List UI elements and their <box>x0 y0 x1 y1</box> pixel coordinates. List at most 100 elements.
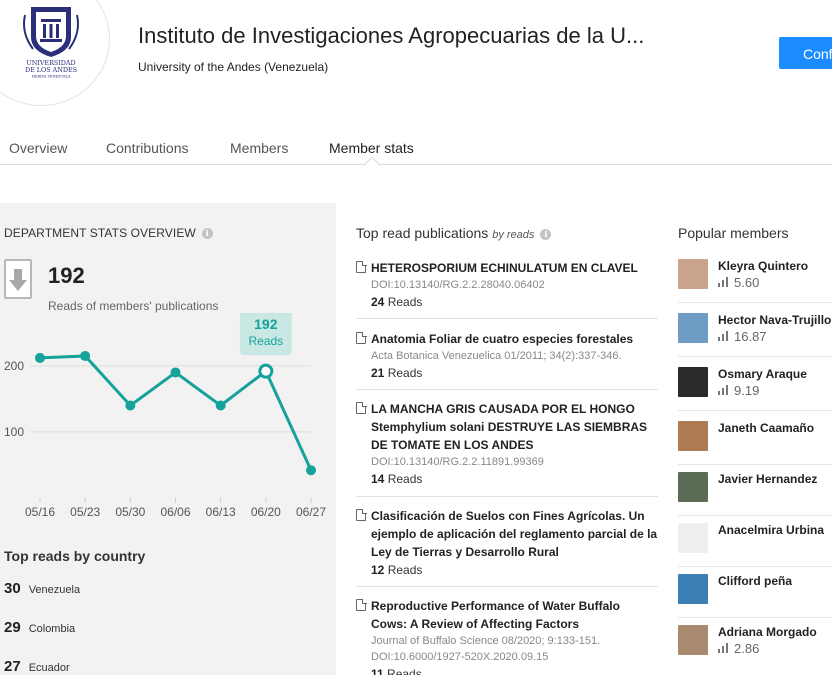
data-point[interactable] <box>35 352 45 363</box>
publication-title[interactable]: Anatomia Foliar de cuatro especies fores… <box>371 330 658 348</box>
publication-reads-count: 11 <box>371 667 384 675</box>
avatar[interactable] <box>678 259 708 289</box>
publication-reads-label: Reads <box>387 366 423 380</box>
reads-line-chart: 100 200 05/16 05/23 05/30 06/06 06/13 06/20 06/2… <box>4 313 326 519</box>
logo-line-3: MERIDA VENEZUELA <box>32 75 71 79</box>
member-item[interactable]: Adriana Morgado 2.86 <box>678 625 832 675</box>
publication-reads-count: 14 <box>371 472 385 486</box>
member-name[interactable]: Clifford peña <box>718 574 792 588</box>
publications-sort-label: by reads <box>492 229 535 241</box>
data-point[interactable] <box>215 400 226 411</box>
avatar[interactable] <box>678 625 708 655</box>
country-heading: Top reads by country <box>4 548 146 564</box>
publication-reads-count: 21 <box>371 366 385 380</box>
member-name[interactable]: Javier Hernandez <box>718 472 817 486</box>
bar-chart-icon <box>718 385 728 395</box>
members-heading: Popular members <box>678 225 789 241</box>
document-icon <box>356 598 367 611</box>
member-score: 16.87 <box>718 329 767 344</box>
divider <box>678 356 832 357</box>
avatar[interactable] <box>678 367 708 397</box>
publication-reads-count: 12 <box>371 563 385 577</box>
page-title: Instituto de Investigaciones Agropecuari… <box>138 23 645 48</box>
publication-meta: Acta Botanica Venezuelica 01/2011; 34(2)… <box>371 350 622 362</box>
member-score: 5.60 <box>718 275 759 290</box>
tab-overview[interactable]: Overview <box>9 140 67 156</box>
publication-reads-label: Reads <box>387 667 422 675</box>
member-name[interactable]: Adriana Morgado <box>718 625 817 639</box>
x-tick-label: 06/27 <box>296 505 326 519</box>
department-stats-panel: DEPARTMENT STATS OVERVIEW i 192 Reads of … <box>0 203 336 675</box>
member-name[interactable]: Janeth Caamaño <box>718 421 814 435</box>
logo-line-2: DE LOS ANDES <box>25 66 77 74</box>
x-tick-label: 05/16 <box>25 505 55 519</box>
member-score-value: 9.19 <box>734 383 760 398</box>
avatar[interactable] <box>678 574 708 604</box>
publication-reads: 21 Reads <box>371 364 658 382</box>
publication-reads: 12 Reads <box>371 561 658 579</box>
publication-reads: 24 Reads <box>371 293 658 311</box>
member-name[interactable]: Kleyra Quintero <box>718 259 808 273</box>
publication-title[interactable]: LA MANCHA GRIS CAUSADA POR EL HONGO Stem… <box>371 400 658 454</box>
publication-reads: 14 Reads <box>371 470 658 488</box>
publication-reads-label: Reads <box>387 563 423 577</box>
bar-chart-icon <box>718 331 728 341</box>
publication-item: LA MANCHA GRIS CAUSADA POR EL HONGO Stem… <box>356 400 658 488</box>
member-name[interactable]: Osmary Araque <box>718 367 807 381</box>
x-tick-label: 05/23 <box>70 505 100 519</box>
publication-title[interactable]: HETEROSPORIUM ECHINULATUM EN CLAVEL <box>371 259 658 277</box>
data-point[interactable] <box>80 350 91 361</box>
publication-item: Reproductive Performance of Water Buffal… <box>356 597 658 675</box>
country-row[interactable]: 27 Ecuador <box>4 658 70 675</box>
publication-title[interactable]: Reproductive Performance of Water Buffal… <box>371 597 658 633</box>
highlighted-data-point[interactable] <box>258 363 274 379</box>
publication-reads-label: Reads <box>387 472 423 486</box>
publication-title[interactable]: Clasificación de Suelos con Fines Agríco… <box>371 507 658 561</box>
publication-meta: DOI:10.13140/RG.2.2.28040.06402 <box>371 279 545 291</box>
stats-heading: DEPARTMENT STATS OVERVIEW i <box>4 226 213 240</box>
member-name[interactable]: Hector Nava-Trujillo <box>718 313 831 327</box>
university-seal-icon: UNIVERSIDAD DE LOS ANDES MERIDA VENEZUEL… <box>23 7 79 79</box>
avatar[interactable] <box>678 421 708 451</box>
x-tick-label: 06/06 <box>160 505 190 519</box>
info-icon[interactable]: i <box>201 228 213 240</box>
tooltip-label: Reads <box>248 334 283 348</box>
publication-item: Anatomia Foliar de cuatro especies fores… <box>356 330 658 382</box>
y-tick-label: 100 <box>4 425 24 439</box>
country-row[interactable]: 29 Colombia <box>4 619 75 636</box>
x-tick-label: 05/30 <box>115 505 145 519</box>
country-name: Colombia <box>28 623 76 635</box>
avatar[interactable] <box>678 313 708 343</box>
member-name[interactable]: Anacelmira Urbina <box>718 523 824 537</box>
total-reads-label: Reads of members' publications <box>48 299 219 313</box>
institution-logo[interactable]: UNIVERSIDAD DE LOS ANDES MERIDA VENEZUEL… <box>0 0 110 106</box>
publication-meta: DOI:10.13140/RG.2.2.11891.99369 <box>371 456 544 468</box>
total-reads-value: 192 <box>48 263 85 288</box>
publication-reads-count: 24 <box>371 295 385 309</box>
divider <box>678 566 832 567</box>
institution-link[interactable]: University of the Andes (Venezuela) <box>138 60 328 74</box>
member-score: 9.19 <box>718 383 759 398</box>
country-row[interactable]: 30 Venezuela <box>4 580 80 597</box>
data-point[interactable] <box>125 400 136 411</box>
publication-meta: Journal of Buffalo Science 08/2020; 9:13… <box>371 635 601 663</box>
avatar[interactable] <box>678 472 708 502</box>
tab-contributions[interactable]: Contributions <box>106 140 189 156</box>
follow-button[interactable]: Conf <box>779 37 832 69</box>
member-score-value: 2.86 <box>734 641 760 656</box>
bar-chart-icon <box>718 277 728 287</box>
tab-member-stats[interactable]: Member stats <box>329 140 414 156</box>
member-score: 2.86 <box>718 641 759 656</box>
x-tick-label: 06/13 <box>206 505 236 519</box>
avatar[interactable] <box>678 523 708 553</box>
tab-members[interactable]: Members <box>230 140 288 156</box>
data-point[interactable] <box>170 367 181 378</box>
document-icon <box>356 508 367 521</box>
tooltip-value: 192 <box>254 316 278 332</box>
divider <box>356 586 658 587</box>
info-icon[interactable]: i <box>540 228 552 240</box>
data-point[interactable] <box>306 465 316 476</box>
x-tick-label: 06/20 <box>251 505 281 519</box>
member-score-value: 5.60 <box>734 275 760 290</box>
divider <box>678 464 832 465</box>
